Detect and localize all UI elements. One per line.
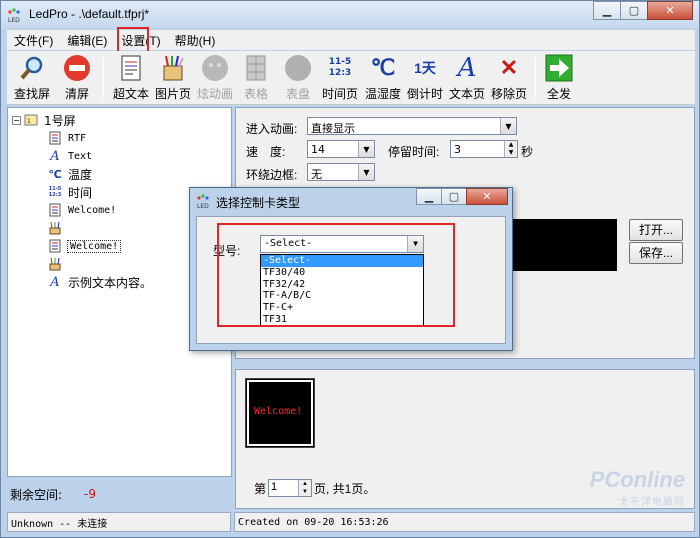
temperature-humidity-button[interactable]: ℃ 温湿度 [363,53,403,103]
rtf-doc-icon [48,130,62,146]
dropdown-highlight-annotation [217,223,455,327]
speed-select[interactable]: 14 ▼ [307,140,375,158]
toolbar-separator [103,57,104,99]
tree-item[interactable]: ℃ 温度 [48,165,92,183]
hypertext-button[interactable]: 超文本 [111,53,151,103]
dialog-minimize-button[interactable]: ▁ [416,188,442,205]
collapse-toggle-icon[interactable]: − [12,115,21,125]
ledpro-app-icon: LED [8,8,20,23]
clock-dial-icon [283,53,313,83]
send-all-arrow-icon [544,53,574,83]
border-label: 环绕边框: [246,168,298,182]
dialog-maximize-button[interactable]: ▢ [441,188,467,205]
image-page-button[interactable]: 图片页 [153,53,193,103]
date-icon: 11-5 12:3 [328,57,352,78]
free-space-status: 剩余空间: -9 [7,479,232,509]
border-select[interactable]: 无 ▼ [307,163,375,181]
stay-time-spinner[interactable]: 3 ▲ ▼ [450,140,518,158]
celsius-icon: ℃ [370,55,396,80]
title-bar[interactable]: LED LedPro - .\default.tfprj* ▁ ▢ ✕ [1,1,699,29]
ledpro-app-icon: LED [197,194,209,209]
content-preview-black [513,219,617,271]
menu-file[interactable]: 文件(F) [7,32,60,49]
text-page-button[interactable]: A 文本页 [447,53,487,103]
dial-button[interactable]: 表盘 [281,53,315,103]
stay-time-label: 停留时间: [388,145,440,159]
speed-label: 速 度: [246,145,286,159]
dialog-close-button[interactable]: ✕ [466,188,508,205]
entry-animation-select[interactable]: 直接显示 ▼ [307,117,517,135]
tree-item[interactable]: RTF [48,129,86,147]
animation-icon [200,53,230,83]
chevron-down-icon: ▼ [500,118,516,134]
free-space-value: -9 [84,487,97,501]
document-icon [116,53,146,83]
paintbrush-icon [48,256,62,272]
remove-x-icon: ✕ [499,55,519,80]
remove-page-button[interactable]: ✕ 移除页 [489,53,529,103]
pager: 第 1 ▲ ▼ 页, 共1页。 [254,479,376,497]
minimize-button[interactable]: ▁ [593,1,621,20]
svg-text:LED: LED [8,17,20,23]
spinner-arrows-icon[interactable]: ▲ ▼ [298,480,312,496]
open-button[interactable]: 打开... [629,219,683,241]
pconline-watermark-logo: PConline 太平洋电脑网 [589,467,685,508]
text-a-icon: A [50,274,60,290]
image-page-icon [48,202,62,218]
entry-animation-label: 进入动画: [246,122,298,136]
page-number-spinner[interactable]: 1 ▲ ▼ [268,479,313,497]
tree-item[interactable] [48,255,68,273]
dialog-title: 选择控制卡类型 [216,196,301,210]
text-a-icon: A [457,53,477,83]
menu-edit[interactable]: 编辑(E) [60,32,114,49]
tree-item[interactable]: Welcome! [48,201,116,219]
main-window: LED LedPro - .\default.tfprj* ▁ ▢ ✕ 文件(F… [0,0,700,538]
send-all-button[interactable]: 全发 [541,53,577,103]
chevron-down-icon: ▼ [358,164,374,180]
window-title: LedPro - .\default.tfprj* [29,7,150,21]
toolbar: 查找屏 清屏 超文本 图片页 炫动画 表格 表盘 11-5 12:3 时间页 ℃… [7,51,695,105]
date-icon: 11-5 12:3 [48,186,62,198]
page-thumbnail[interactable]: Welcome! [245,378,315,448]
tree-item[interactable]: 11-5 12:3 时间 [48,183,92,201]
chevron-down-icon: ▼ [358,141,374,157]
magnifier-icon [17,53,47,83]
created-status: Created on 09-20 16:53:26 [234,512,695,532]
maximize-button[interactable]: ▢ [620,1,648,20]
clear-screen-button[interactable]: 清屏 [59,53,95,103]
countdown-button[interactable]: 1天 倒计时 [405,53,445,103]
paintbrush-icon [48,220,62,236]
status-bar: Unknown -- 未连接 Created on 09-20 16:53:26 [7,512,695,532]
tree-item[interactable]: A 示例文本内容。 [48,273,152,291]
find-screen-button[interactable]: 查找屏 [13,53,51,103]
rtf-doc-icon [48,238,62,254]
connection-status: Unknown -- 未连接 [7,512,232,532]
toolbar-separator [535,57,536,99]
paintbrush-icon [158,53,188,83]
svg-text:LED: LED [197,203,209,209]
tree-item-selected[interactable]: Welcome! [48,237,122,255]
tree-root-screen[interactable]: − 1 1号屏 [12,111,76,129]
screen-icon: 1 [24,112,38,128]
countdown-icon: 1天 [414,60,436,76]
table-icon [241,53,271,83]
seconds-unit: 秒 [521,145,534,159]
tree-item[interactable] [48,219,68,237]
text-a-icon: A [50,148,60,164]
close-button[interactable]: ✕ [647,1,693,20]
table-button[interactable]: 表格 [239,53,273,103]
no-entry-icon [62,53,92,83]
celsius-icon: ℃ [48,167,62,181]
menu-bar: 文件(F) 编辑(E) 设置(T) 帮助(H) [7,30,695,50]
animation-button[interactable]: 炫动画 [195,53,235,103]
menu-help[interactable]: 帮助(H) [168,32,223,49]
tree-item[interactable]: A Text [48,147,92,165]
spinner-arrows-icon[interactable]: ▲ ▼ [504,141,517,157]
time-page-button[interactable]: 11-5 12:3 时间页 [319,53,361,103]
svg-text:1: 1 [27,118,31,125]
save-button[interactable]: 保存... [629,242,683,264]
